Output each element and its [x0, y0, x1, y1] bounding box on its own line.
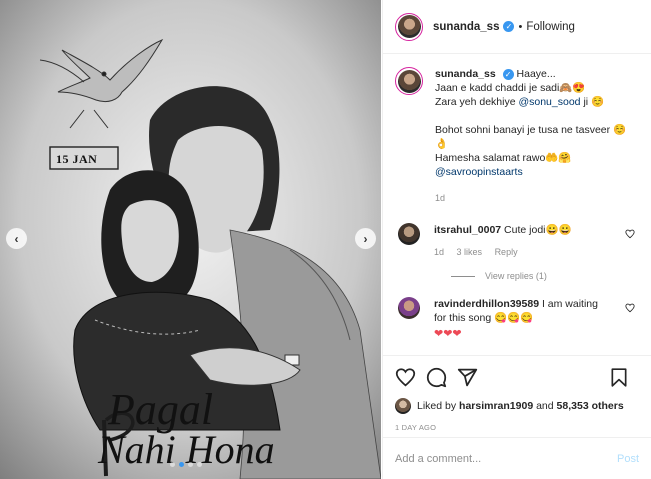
commenter-username[interactable]: ravinderdhillon39589 — [434, 298, 539, 310]
carousel-dot — [170, 462, 175, 467]
following-button[interactable]: Following — [526, 21, 575, 33]
carousel-dot-active — [179, 462, 184, 467]
carousel-dot — [197, 462, 202, 467]
comment-likes[interactable]: 3 likes — [457, 247, 483, 257]
heart-icon[interactable] — [625, 303, 635, 313]
caption-body: sunanda_ss ✓ Haaye... Jaan e kadd chaddi… — [435, 67, 639, 205]
chevron-left-icon: ‹ — [14, 231, 19, 246]
carousel-dots — [170, 462, 202, 467]
caption-line: Jaan e kadd chaddi je sadi🙈😍 — [435, 82, 586, 94]
author-username[interactable]: sunanda_ss — [433, 21, 499, 33]
view-replies-label: View replies (1) — [485, 271, 547, 281]
comment-item: ravinderdhillon39589 I am waiting for th… — [395, 297, 639, 341]
prev-image-button[interactable]: ‹ — [6, 228, 27, 249]
next-image-button[interactable]: › — [355, 228, 376, 249]
post-panel: sunanda_ss ✓ • Following sunanda_ss ✓ Ha… — [382, 0, 651, 479]
commenter-avatar[interactable] — [398, 297, 420, 319]
comment-icon[interactable] — [426, 367, 447, 388]
post-comment-button[interactable]: Post — [617, 453, 639, 465]
verified-icon: ✓ — [503, 21, 515, 32]
mention-link[interactable]: @savroopinstaarts — [435, 165, 639, 179]
comment-input[interactable] — [395, 452, 617, 465]
liker-username[interactable]: harsimran1909 — [459, 400, 533, 412]
caption-line: ji ☺️ — [583, 96, 605, 108]
comment-text: Cute jodi😀😀 — [504, 224, 572, 236]
caption-line: Hamesha salamat rawo🤲🤗 — [435, 152, 572, 164]
reply-button[interactable]: Reply — [495, 247, 518, 257]
likes-summary: Liked by harsimran1909 and 58,353 others — [395, 398, 639, 414]
comment-time[interactable]: 1d — [434, 247, 444, 257]
caption-line: Bohot sohni banayi je tusa ne tasveer ☺️… — [435, 124, 627, 150]
bookmark-icon[interactable] — [609, 367, 629, 388]
comments-section[interactable]: sunanda_ss ✓ Haaye... Jaan e kadd chaddi… — [383, 55, 651, 354]
image-date-sign: 15 JAN — [56, 152, 98, 166]
separator-dot: • — [518, 20, 523, 33]
likes-others[interactable]: 58,353 others — [557, 400, 624, 412]
commenter-username[interactable]: itsrahul_0007 — [434, 224, 501, 236]
comment-meta: 1d 3 likes Reply — [434, 245, 604, 259]
comment-item: itsrahul_0007 Cute jodi😀😀 1d 3 likes Rep… — [395, 223, 639, 259]
like-heart-icon[interactable] — [395, 367, 416, 388]
caption-avatar[interactable] — [395, 67, 423, 95]
likes-prefix: Liked by — [417, 400, 457, 412]
commenter-avatar[interactable] — [398, 223, 420, 245]
view-replies-button[interactable]: View replies (1) — [451, 271, 639, 281]
caption-username[interactable]: sunanda_ss — [435, 68, 496, 80]
caption-time[interactable]: 1d — [435, 191, 639, 205]
liker-avatar[interactable] — [395, 398, 411, 414]
carousel-dot — [188, 462, 193, 467]
post-header: sunanda_ss ✓ • Following — [383, 0, 651, 54]
caption: sunanda_ss ✓ Haaye... Jaan e kadd chaddi… — [395, 67, 639, 205]
action-bar: Liked by harsimran1909 and 58,353 others… — [383, 355, 651, 432]
share-icon[interactable] — [457, 367, 478, 388]
chevron-right-icon: › — [363, 231, 368, 246]
heart-icon[interactable] — [625, 229, 635, 239]
likes-connector: and — [536, 400, 554, 412]
caption-line: Haaye... — [516, 68, 556, 80]
author-avatar[interactable] — [395, 12, 423, 41]
mention-link[interactable]: @sonu_sood — [518, 96, 580, 108]
add-comment-bar: Post — [383, 437, 651, 479]
verified-icon: ✓ — [502, 69, 514, 80]
comment-hearts: ❤❤❤ — [434, 328, 462, 340]
post-date[interactable]: 1 DAY AGO — [395, 423, 639, 432]
post-media[interactable]: 15 JAN Pagal Nahi Hona ‹ › — [0, 0, 381, 479]
caption-line: Zara yeh dekhiye — [435, 96, 516, 108]
